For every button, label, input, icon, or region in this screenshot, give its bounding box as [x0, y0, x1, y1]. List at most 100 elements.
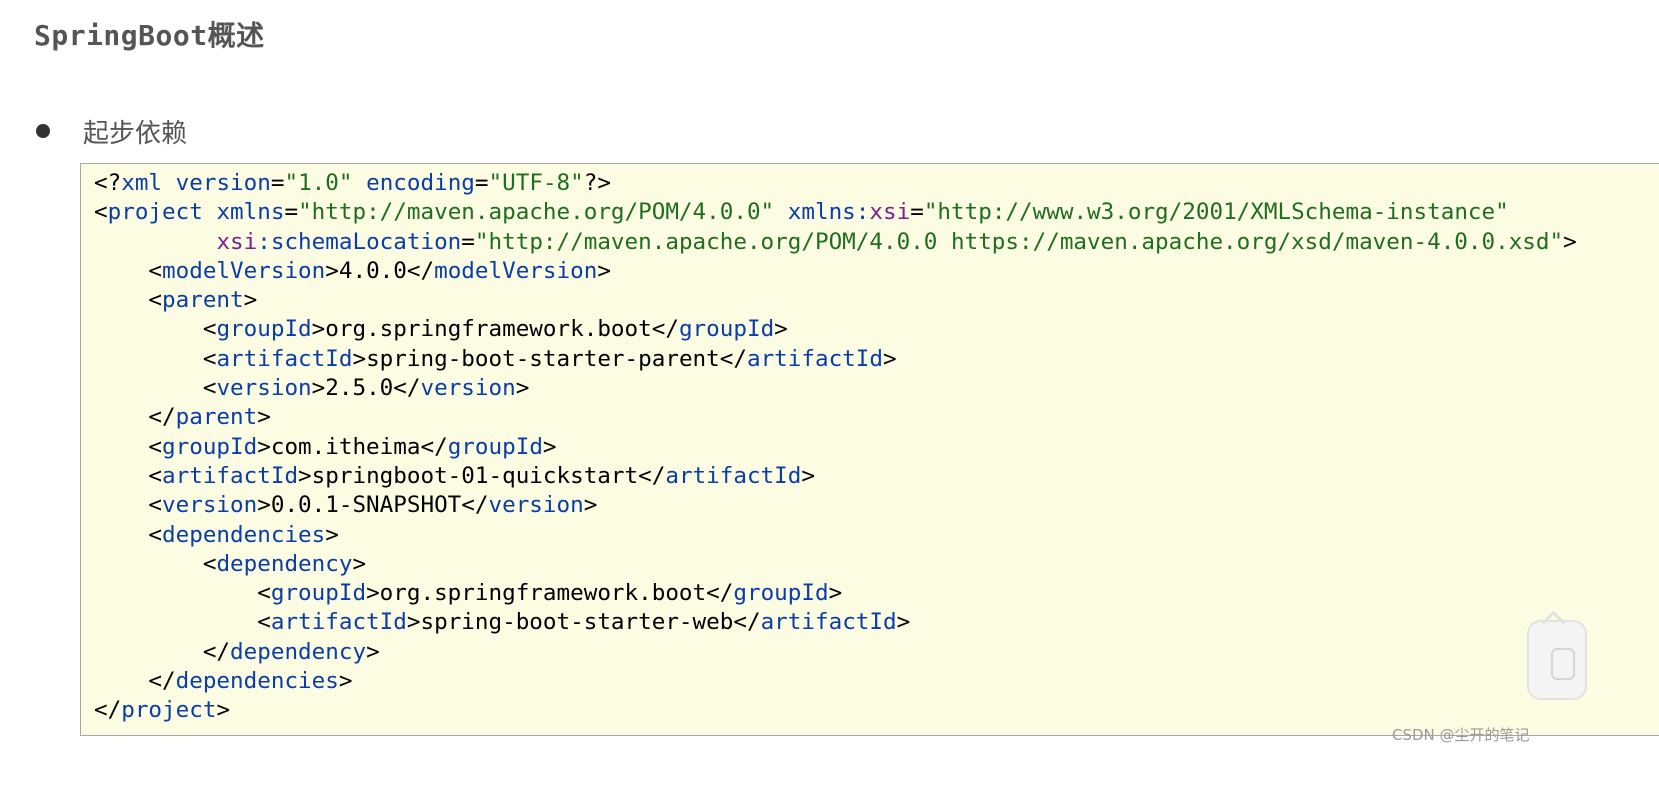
- code-token: <: [94, 609, 271, 636]
- code-line: </dependency>: [94, 638, 1577, 667]
- bullet-item: 起步依赖: [34, 116, 187, 149]
- code-token: version: [488, 492, 584, 519]
- code-token: >: [1563, 228, 1577, 255]
- code-token: groupId: [162, 433, 258, 460]
- code-line: </parent>: [94, 403, 1577, 432]
- code-line: <project xmlns="http://maven.apache.org/…: [94, 198, 1577, 227]
- code-token: groupId: [733, 580, 829, 607]
- code-token: xml: [121, 170, 163, 196]
- code-token: parent: [162, 287, 244, 314]
- code-token: artifactId: [216, 345, 353, 372]
- code-token: xmlns:: [787, 199, 870, 226]
- code-token: groupId: [270, 580, 367, 607]
- code-line: <dependencies>: [94, 521, 1577, 550]
- code-token: </: [94, 668, 176, 695]
- code-token: org.springframework.boot: [379, 580, 707, 607]
- code-token: "UTF-8": [488, 170, 584, 196]
- code-token: =: [284, 199, 299, 226]
- code-line: <groupId>org.springframework.boot</group…: [94, 579, 1577, 608]
- code-token: </: [406, 257, 435, 284]
- code-line: <dependency>: [94, 550, 1577, 579]
- code-line: <artifactId>spring-boot-starter-parent</…: [94, 345, 1577, 374]
- code-token: modelVersion: [162, 257, 326, 284]
- code-token: >: [883, 345, 897, 372]
- code-token: >: [311, 375, 326, 402]
- code-token: encoding: [366, 170, 475, 196]
- code-token: spring-boot-starter-parent: [366, 345, 720, 372]
- code-line: </project>: [94, 696, 1577, 725]
- code-token: groupId: [216, 316, 312, 343]
- bullet-label: 起步依赖: [83, 118, 188, 149]
- code-line: <artifactId>spring-boot-starter-web</art…: [94, 608, 1577, 637]
- code-token: <: [94, 257, 163, 284]
- code-token: version: [162, 492, 258, 519]
- code-token: groupId: [678, 316, 775, 343]
- code-token: >: [352, 345, 367, 372]
- code-token: </: [706, 580, 734, 607]
- code-token: >: [774, 316, 788, 343]
- code-token: >: [325, 257, 339, 284]
- code-token: "http://maven.apache.org/POM/4.0.0 https…: [474, 228, 1564, 255]
- code-token: >: [352, 550, 367, 577]
- code-token: >: [257, 492, 271, 519]
- code-content: <?xml version="1.0" encoding="UTF-8"?> <p…: [94, 169, 1577, 726]
- code-token: dependency: [216, 550, 353, 577]
- code-token: >: [896, 609, 911, 636]
- code-token: version: [420, 375, 516, 402]
- code-line: </dependencies>: [94, 667, 1577, 696]
- code-token: <: [94, 462, 163, 489]
- code-token: >: [828, 580, 843, 607]
- code-token: xsi: [216, 228, 258, 255]
- code-token: version: [216, 375, 312, 402]
- code-token: <: [94, 433, 163, 460]
- code-token: <: [94, 521, 163, 548]
- code-line: <modelVersion>4.0.0</modelVersion>: [94, 257, 1577, 286]
- code-token: >: [597, 257, 611, 284]
- code-token: artifactId: [665, 462, 802, 489]
- code-token: <: [94, 580, 271, 607]
- code-token: >: [257, 404, 271, 431]
- code-token: <: [94, 199, 108, 226]
- code-line: <groupId>org.springframework.boot</group…: [94, 315, 1577, 344]
- code-token: dependencies: [175, 668, 339, 695]
- code-token: <?: [94, 170, 122, 196]
- code-token: dependency: [230, 638, 367, 665]
- code-token: springboot-01-quickstart: [311, 462, 639, 489]
- code-token: >: [325, 521, 339, 548]
- code-token: =: [474, 170, 489, 196]
- bullet-dot-icon: [36, 124, 50, 138]
- code-line: <?xml version="1.0" encoding="UTF-8"?>: [94, 169, 1577, 198]
- code-token: >: [801, 462, 815, 489]
- code-token: 2.5.0: [325, 375, 394, 402]
- clipboard-icon[interactable]: [1527, 620, 1587, 700]
- code-token: groupId: [447, 433, 543, 460]
- code-token: xsi: [869, 199, 911, 226]
- code-token: </: [94, 697, 122, 724]
- code-line: <version>0.0.1-SNAPSHOT</version>: [94, 491, 1577, 520]
- code-token: </: [638, 462, 666, 489]
- code-token: modelVersion: [434, 257, 598, 284]
- code-token: artifactId: [162, 462, 299, 489]
- code-token: :schemaLocation: [257, 228, 462, 255]
- code-line: <version>2.5.0</version>: [94, 374, 1577, 403]
- code-token: artifactId: [746, 345, 883, 372]
- code-token: <: [94, 550, 217, 577]
- code-token: </: [94, 404, 176, 431]
- code-token: =: [910, 199, 924, 226]
- code-token: >: [583, 492, 598, 519]
- code-token: >: [257, 433, 271, 460]
- code-token: com.itheima: [270, 433, 421, 460]
- code-token: project: [107, 199, 203, 226]
- code-token: <: [94, 345, 217, 372]
- code-line: <groupId>com.itheima</groupId>: [94, 433, 1577, 462]
- code-token: 4.0.0: [338, 257, 407, 284]
- code-token: =: [270, 170, 285, 196]
- code-token: >: [515, 375, 530, 402]
- code-token: <: [94, 287, 163, 314]
- code-token: org.springframework.boot: [325, 316, 652, 343]
- code-line: <artifactId>springboot-01-quickstart</ar…: [94, 462, 1577, 491]
- code-token: <: [94, 492, 163, 519]
